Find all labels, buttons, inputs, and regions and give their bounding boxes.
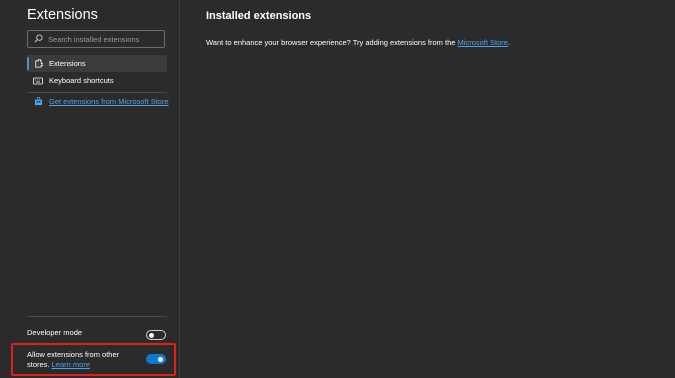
- get-extensions-label: Get extensions from Microsoft Store: [49, 96, 169, 106]
- sidebar-divider: [27, 92, 167, 93]
- page-title: Installed extensions: [206, 10, 312, 22]
- sidebar-item-label: Extensions: [49, 59, 86, 68]
- extensions-icon: [33, 59, 43, 69]
- keyboard-icon: [33, 76, 43, 86]
- installed-extensions-prompt: Want to enhance your browser experience?…: [206, 38, 510, 47]
- sidebar-item-label: Keyboard shortcuts: [49, 76, 114, 85]
- developer-mode-row: Developer mode: [27, 328, 167, 340]
- developer-mode-label: Developer mode: [27, 328, 83, 337]
- sidebar: Extensions Extensions Keyboard shortcuts: [0, 0, 180, 378]
- developer-mode-toggle[interactable]: [146, 330, 166, 340]
- sidebar-item-keyboard-shortcuts[interactable]: Keyboard shortcuts: [27, 72, 167, 89]
- store-bag-icon: [33, 96, 43, 106]
- search-input[interactable]: [48, 32, 162, 46]
- get-extensions-link[interactable]: Get extensions from Microsoft Store: [27, 96, 169, 106]
- microsoft-store-link[interactable]: Microsoft Store: [458, 38, 508, 47]
- prompt-end: .: [507, 38, 511, 47]
- sidebar-title: Extensions: [27, 7, 98, 23]
- search-icon: [34, 34, 43, 43]
- sidebar-item-extensions[interactable]: Extensions: [27, 55, 167, 72]
- prompt-text: Want to enhance your browser experience?…: [206, 38, 458, 47]
- highlight-box: [11, 343, 176, 376]
- sidebar-bottom-divider: [27, 316, 167, 317]
- search-box[interactable]: [27, 30, 165, 48]
- toggle-knob: [149, 332, 154, 338]
